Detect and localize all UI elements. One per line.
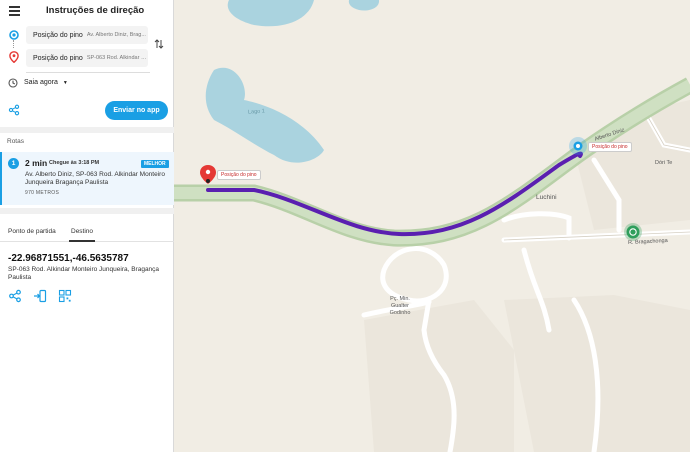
route-duration: 2 min	[25, 158, 48, 168]
route-arrival: Chegue às 3:18 PM	[49, 160, 100, 166]
map-block	[364, 300, 514, 452]
menu-icon[interactable]	[9, 6, 20, 16]
chevron-down-icon: ▼	[62, 80, 68, 86]
poi-marker-icon[interactable]	[624, 223, 642, 241]
end-location-marker-icon[interactable]	[569, 137, 587, 155]
plaza-label: Pç. Min. Gualter Godinho	[389, 296, 411, 316]
origin-sub-text: Av. Alberto Diniz, Brag...	[86, 32, 146, 38]
tab-start-point[interactable]: Ponto de partida	[8, 228, 56, 235]
departure-label: Saia agora	[24, 79, 58, 86]
share-location-icon[interactable]	[8, 289, 22, 303]
panel-header: Instruções de direção	[0, 0, 174, 24]
route-distance: 970 METROS	[25, 190, 60, 196]
neighborhood-label: Luchini	[536, 194, 557, 201]
route-option[interactable]: 1 2 min Chegue às 3:18 PM MELHOR Av. Alb…	[0, 152, 174, 205]
section-divider	[0, 127, 174, 133]
tab-destination[interactable]: Destino	[71, 228, 93, 235]
lake-label: Lago 1	[247, 108, 266, 116]
active-tab-indicator	[69, 240, 95, 242]
origin-main-text: Posição do pino	[33, 31, 83, 39]
location-tabs: Ponto de partida Destino	[0, 224, 174, 242]
directions-panel: Instruções de direção Posição do pino Av…	[0, 0, 174, 452]
section-divider	[0, 208, 174, 214]
destination-actions	[8, 289, 72, 303]
swap-icon[interactable]	[154, 38, 164, 50]
origin-icon	[9, 30, 19, 40]
qr-code-icon[interactable]	[58, 289, 72, 303]
waypoints-divider	[26, 72, 150, 73]
street-label-right: Dóri Te	[655, 160, 673, 166]
send-to-phone-icon[interactable]	[33, 289, 47, 303]
end-pin-label: Posição do pino	[588, 142, 632, 152]
destination-pin-icon	[9, 51, 19, 63]
clock-icon	[8, 78, 18, 88]
page-title: Instruções de direção	[46, 5, 145, 16]
waypoint-connector	[13, 40, 15, 48]
destination-sub-text: SP-063 Rod. Alkindar M...	[86, 55, 148, 61]
routes-heading: Rotas	[7, 138, 24, 145]
route-description: Av. Alberto Diniz, SP-063 Rod. Alkindar …	[25, 171, 165, 186]
destination-main-text: Posição do pino	[33, 54, 83, 62]
share-icon[interactable]	[8, 104, 20, 116]
best-route-badge: MELHOR	[141, 160, 169, 168]
start-pin-label: Posição do pino	[217, 170, 261, 180]
destination-input[interactable]: Posição do pino SP-063 Rod. Alkindar M..…	[26, 49, 148, 67]
route-number-badge: 1	[8, 158, 19, 169]
send-to-app-button[interactable]: Enviar no app	[105, 101, 168, 120]
map-canvas[interactable]	[174, 0, 690, 452]
destination-coordinates: -22.96871551,-46.5635787	[8, 253, 129, 264]
destination-address: SP-063 Rod. Alkindar Monteiro Junqueira,…	[8, 266, 160, 281]
departure-dropdown[interactable]: Saia agora ▼	[24, 79, 68, 86]
origin-input[interactable]: Posição do pino Av. Alberto Diniz, Brag.…	[26, 26, 148, 44]
